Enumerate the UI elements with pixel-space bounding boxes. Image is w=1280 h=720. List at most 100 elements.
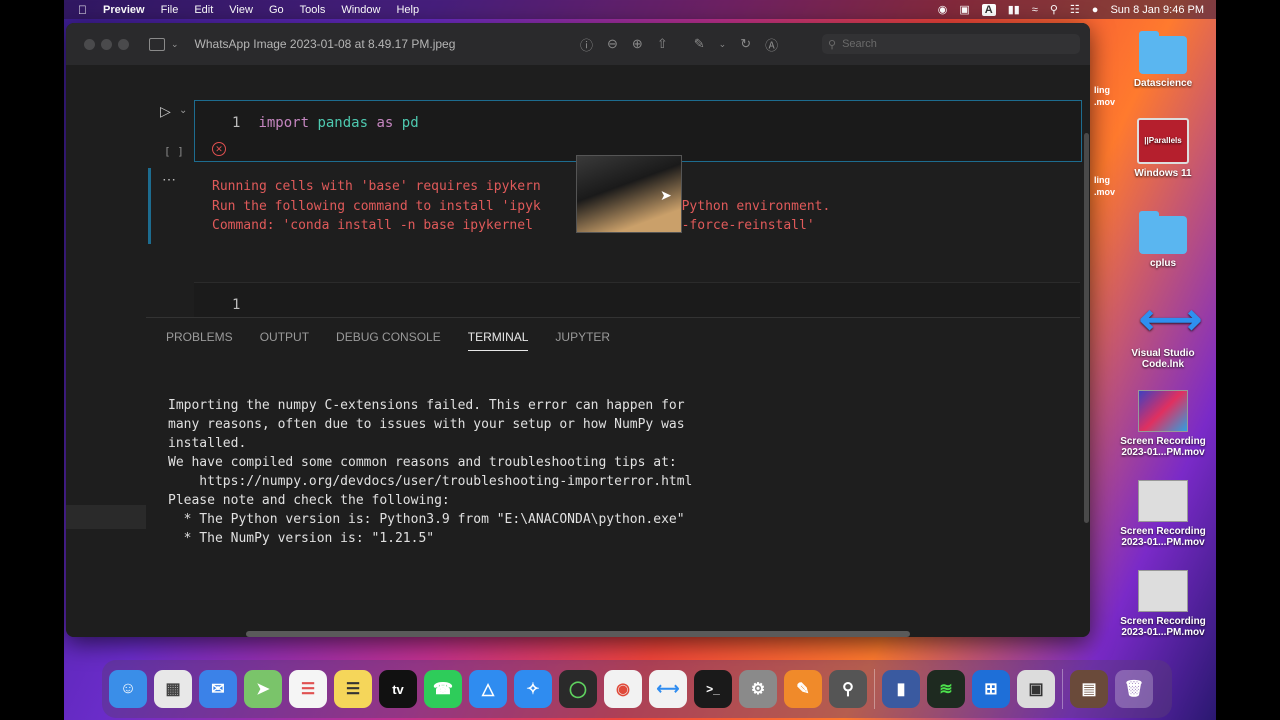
info-icon[interactable]: ⓘ bbox=[580, 35, 593, 54]
desktop-icon-label: Windows 11 bbox=[1134, 168, 1192, 179]
folder-icon bbox=[1139, 31, 1187, 74]
line-number: 1 bbox=[232, 115, 241, 131]
menu-file[interactable]: File bbox=[161, 4, 179, 16]
menu-tools[interactable]: Tools bbox=[300, 4, 326, 16]
tab-problems[interactable]: PROBLEMS bbox=[166, 330, 233, 351]
desktop-file-recording[interactable]: Screen Recording 2023-01...PM.mov bbox=[1118, 390, 1208, 458]
output-menu-icon[interactable]: ⋯ bbox=[162, 171, 177, 188]
desktop-icon-label: Screen Recording 2023-01...PM.mov bbox=[1120, 616, 1206, 638]
markup-pen-icon[interactable]: ✎ bbox=[694, 36, 705, 52]
share-icon[interactable]: ⇧ bbox=[657, 36, 668, 52]
menu-view[interactable]: View bbox=[229, 4, 253, 16]
menu-help[interactable]: Help bbox=[396, 4, 419, 16]
tab-jupyter[interactable]: JUPYTER bbox=[555, 330, 610, 351]
activity-monitor-icon[interactable]: ≋ bbox=[927, 670, 965, 708]
apple-menu-icon[interactable]:  bbox=[78, 3, 87, 17]
zoom-out-icon[interactable]: ⊖ bbox=[607, 36, 618, 52]
terminal-line: https://numpy.org/devdocs/user/troublesh… bbox=[168, 474, 693, 489]
wifi-icon[interactable]: ≈ bbox=[1032, 4, 1038, 16]
markup-icon[interactable]: Ⓐ bbox=[765, 35, 778, 54]
chevron-down-icon[interactable]: ⌄ bbox=[719, 39, 727, 50]
mouse-cursor-icon: ➤ bbox=[660, 187, 672, 203]
desktop-folder-cplus[interactable]: cplus bbox=[1118, 211, 1208, 269]
launchpad-icon[interactable]: ▦ bbox=[154, 670, 192, 708]
output-line: Run the following command to install 'ip… bbox=[212, 198, 831, 214]
terminal-icon[interactable]: >_ bbox=[694, 670, 732, 708]
tab-output[interactable]: OUTPUT bbox=[260, 330, 309, 351]
desktop-icon-label: Datascience bbox=[1133, 78, 1193, 89]
terminal-line: many reasons, often due to issues with y… bbox=[168, 417, 685, 432]
circle-app-icon[interactable]: ◯ bbox=[559, 670, 597, 708]
zoom-in-icon[interactable]: ⊕ bbox=[632, 36, 643, 52]
code-line: 1 import pandas as pd bbox=[232, 115, 419, 131]
rotate-icon[interactable]: ↻ bbox=[740, 36, 751, 52]
desktop-app-windows-11[interactable]: ||Parallels Windows 11 bbox=[1118, 118, 1208, 179]
output-line: Running cells with 'base' requires ipyke… bbox=[212, 179, 541, 194]
run-cell-icon[interactable]: ▷ bbox=[160, 103, 171, 120]
screen-mirroring-icon[interactable]: ▣ bbox=[959, 3, 969, 16]
chevron-down-icon[interactable]: ⌄ bbox=[179, 105, 187, 116]
maps-icon[interactable]: ➤ bbox=[244, 670, 282, 708]
finder-icon[interactable]: ☺ bbox=[109, 670, 147, 708]
record-icon[interactable]: ◉ bbox=[938, 3, 948, 16]
app-store-icon[interactable]: △ bbox=[469, 670, 507, 708]
output-line: Command: 'conda install -n base ipykerne… bbox=[212, 218, 815, 233]
video-thumbnail-icon bbox=[1138, 480, 1188, 522]
input-source-icon[interactable]: A bbox=[981, 3, 996, 16]
menu-window[interactable]: Window bbox=[341, 4, 380, 16]
siri-icon[interactable]: ● bbox=[1092, 4, 1099, 16]
bottom-panel: PROBLEMS OUTPUT DEBUG CONSOLE TERMINAL J… bbox=[146, 317, 1080, 637]
tab-terminal[interactable]: TERMINAL bbox=[467, 330, 529, 351]
system-settings-icon[interactable]: ⚙ bbox=[739, 670, 777, 708]
preview-icon[interactable]: ▣ bbox=[1017, 670, 1055, 708]
desktop-file-recording[interactable]: Screen Recording 2023-01...PM.mov bbox=[1118, 570, 1208, 638]
vscode-icon[interactable]: ⟷ bbox=[649, 670, 687, 708]
horizontal-scrollbar[interactable] bbox=[246, 631, 910, 637]
keyword-import: import bbox=[258, 115, 310, 131]
tab-debug-console[interactable]: DEBUG CONSOLE bbox=[336, 330, 441, 351]
whatsapp-icon[interactable]: ☎ bbox=[424, 670, 462, 708]
sidebar-toggle-icon[interactable] bbox=[149, 37, 165, 51]
menu-go[interactable]: Go bbox=[269, 4, 284, 16]
partial-label: .mov bbox=[1094, 97, 1116, 107]
video-thumbnail-icon bbox=[1138, 570, 1188, 612]
terminal-line: installed. bbox=[168, 436, 247, 451]
terminal-output[interactable]: Importing the numpy C-extensions failed.… bbox=[168, 396, 692, 548]
downloads-stack-icon[interactable]: ▤ bbox=[1070, 670, 1108, 708]
execution-count: [ ] bbox=[164, 145, 184, 158]
cell-error-output: Running cells with 'base' requires ipyke… bbox=[212, 177, 830, 236]
sublime-icon[interactable]: ✎ bbox=[784, 670, 822, 708]
close-window-icon[interactable] bbox=[84, 38, 95, 50]
parallels-icon[interactable]: ▮ bbox=[882, 670, 920, 708]
search-icon: ⚲ bbox=[828, 38, 837, 51]
spotlight-icon[interactable]: ⚲ bbox=[1050, 3, 1058, 16]
code-cell[interactable] bbox=[194, 100, 1082, 162]
quicktime-icon[interactable]: ⚲ bbox=[829, 670, 867, 708]
dock: ☺ ▦ ✉ ➤ ☰ ☰ tv ☎ △ ✧ ◯ ◉ ⟷ >_ ⚙ ✎ ⚲ ▮ ≋ … bbox=[102, 660, 1172, 718]
menu-app-name[interactable]: Preview bbox=[103, 4, 145, 16]
menu-clock[interactable]: Sun 8 Jan 9:46 PM bbox=[1110, 4, 1204, 16]
battery-icon[interactable]: ▮▮ bbox=[1008, 3, 1020, 16]
desktop-folder-datascience[interactable]: Datascience bbox=[1118, 31, 1208, 89]
desktop-shortcut-vscode[interactable]: ⟷ Visual Studio Code.lnk bbox=[1118, 295, 1208, 371]
trash-icon[interactable]: 🗑 bbox=[1115, 670, 1153, 708]
search-input[interactable]: ⚲ Search bbox=[822, 34, 1080, 54]
windows-icon[interactable]: ⊞ bbox=[972, 670, 1010, 708]
chevron-down-icon[interactable]: ⌄ bbox=[171, 39, 179, 50]
safari-icon[interactable]: ✧ bbox=[514, 670, 552, 708]
apple-tv-icon[interactable]: tv bbox=[379, 670, 417, 708]
control-center-icon[interactable]: ☷ bbox=[1070, 3, 1080, 16]
vertical-scrollbar[interactable] bbox=[1084, 133, 1089, 523]
terminal-line: * The Python version is: Python3.9 from … bbox=[168, 512, 685, 527]
minimize-window-icon[interactable] bbox=[101, 38, 112, 50]
mail-icon[interactable]: ✉ bbox=[199, 670, 237, 708]
tv-label: tv bbox=[392, 681, 404, 697]
vscode-icon: ⟷ bbox=[1139, 295, 1203, 344]
zoom-window-icon[interactable] bbox=[118, 38, 129, 50]
menu-edit[interactable]: Edit bbox=[194, 4, 213, 16]
desktop-file-recording[interactable]: Screen Recording 2023-01...PM.mov bbox=[1118, 480, 1208, 548]
chrome-icon[interactable]: ◉ bbox=[604, 670, 642, 708]
notes-icon[interactable]: ☰ bbox=[334, 670, 372, 708]
desktop-icon-label: cplus bbox=[1149, 258, 1177, 269]
reminders-icon[interactable]: ☰ bbox=[289, 670, 327, 708]
